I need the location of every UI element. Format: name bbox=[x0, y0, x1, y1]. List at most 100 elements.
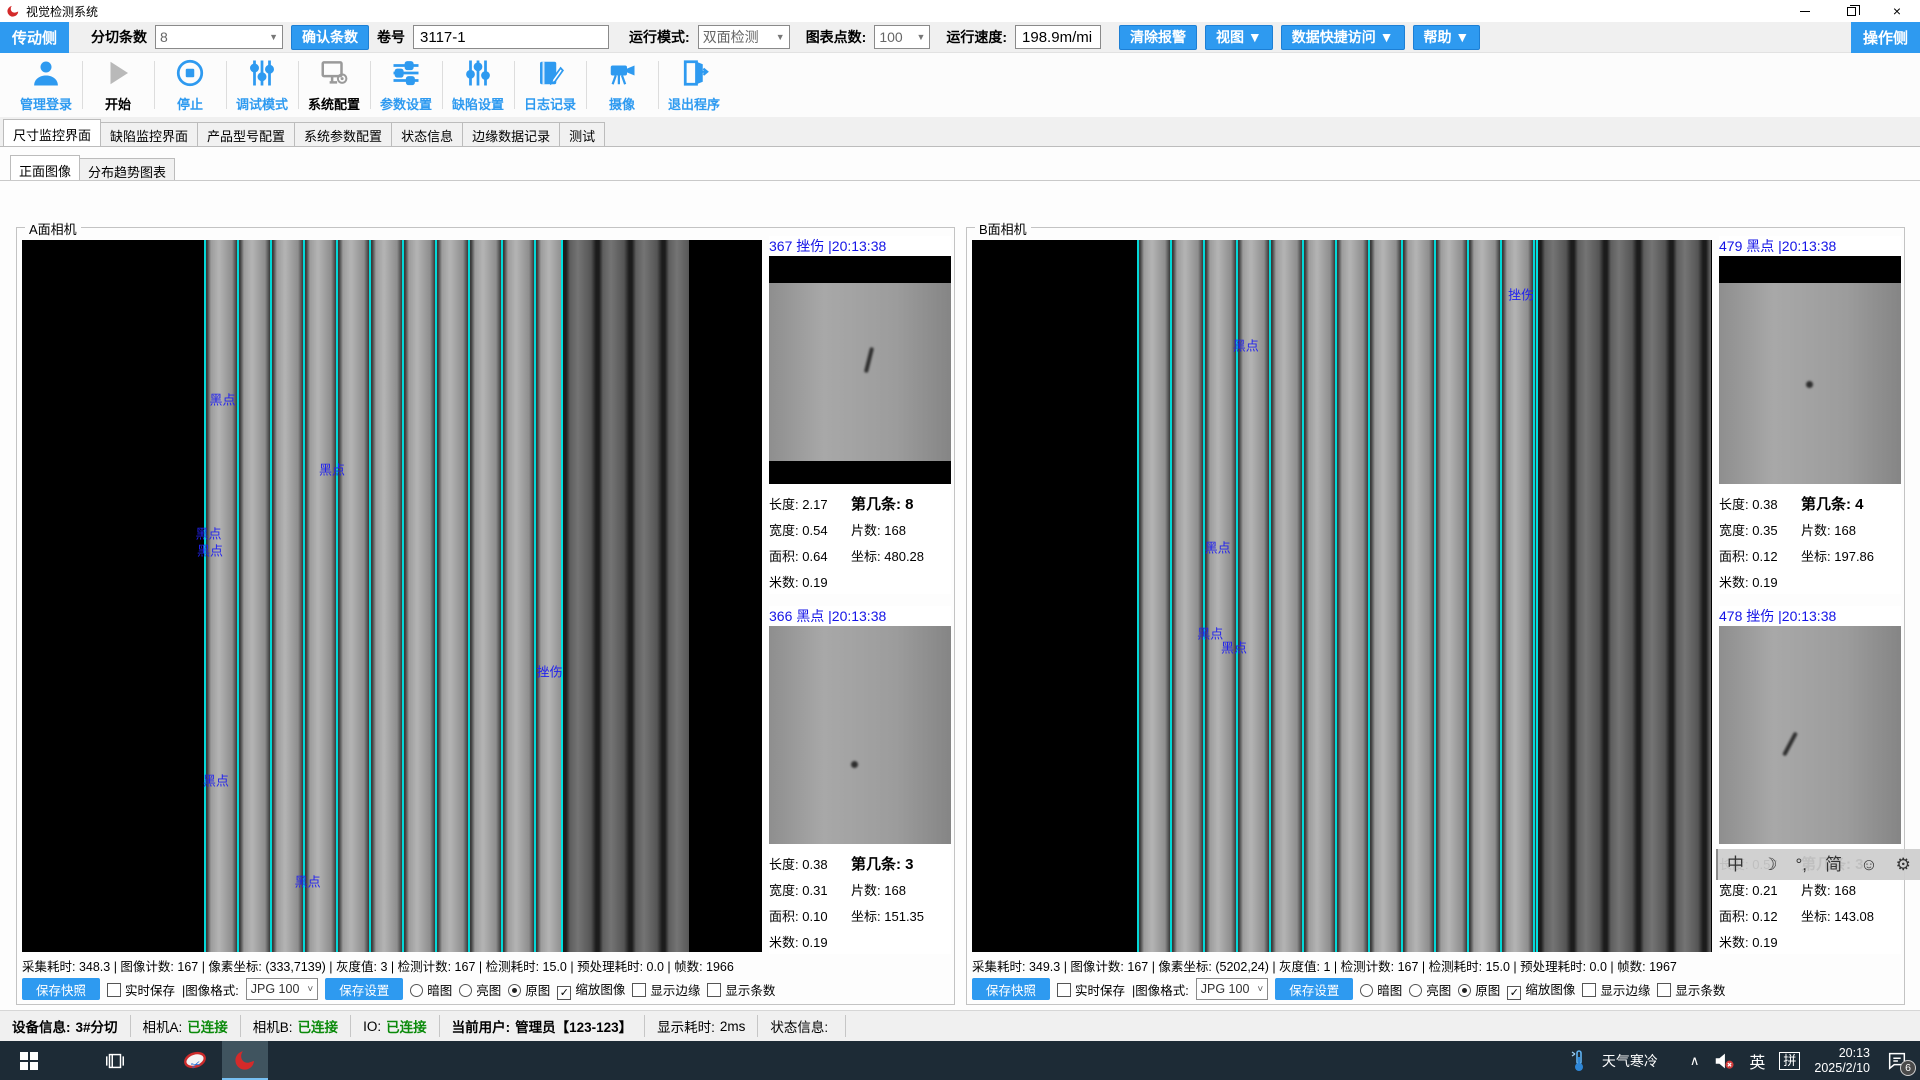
toolbar-button-start[interactable]: 开始 bbox=[82, 53, 154, 117]
clear-alarm-button[interactable]: 清除报警 bbox=[1119, 25, 1197, 50]
weather-text[interactable]: 天气寒冷 bbox=[1602, 1051, 1658, 1071]
main-tab-3[interactable]: 系统参数配置 bbox=[294, 122, 392, 146]
toolbar-button-label: 参数设置 bbox=[380, 94, 432, 113]
image-format-select[interactable]: JPG 100˅ bbox=[246, 978, 318, 1000]
field-label: 长度: bbox=[769, 497, 799, 512]
toolbar-button-admin-login[interactable]: 管理登录 bbox=[10, 53, 82, 117]
sub-tab-1[interactable]: 分布趋势图表 bbox=[79, 158, 175, 180]
toolbar-button-exit-program[interactable]: 退出程序 bbox=[658, 53, 730, 117]
play-icon bbox=[103, 58, 133, 91]
start-button[interactable] bbox=[6, 1041, 52, 1080]
image-mode-radio[interactable]: 暗图 bbox=[1360, 980, 1402, 999]
ime-language-indicator[interactable]: 英 bbox=[1749, 1049, 1765, 1073]
ime-simplified[interactable]: 简 bbox=[1825, 856, 1842, 873]
defect-number: 367 bbox=[769, 238, 792, 254]
main-tab-0[interactable]: 尺寸监控界面 bbox=[3, 119, 101, 146]
defect-card-list: 367 挫伤 |20:13:38 长度: 2.17 第几条: 8 宽度: 0.5… bbox=[769, 236, 951, 952]
defect-card[interactable]: 366 黑点 |20:13:38 长度: 0.38 第几条: 3 宽度: 0.3… bbox=[769, 606, 951, 954]
ime-moon-icon[interactable]: ☽ bbox=[1762, 856, 1777, 873]
display-option-checkbox[interactable]: 显示条数 bbox=[707, 980, 775, 999]
display-option-checkbox[interactable]: 显示边缘 bbox=[632, 980, 700, 999]
title-bar: 视觉检测系统 × bbox=[0, 0, 1920, 22]
field-value: 168 bbox=[1834, 883, 1856, 898]
defect-number: 478 bbox=[1719, 608, 1742, 624]
roll-number-input[interactable]: 3117-1 bbox=[413, 25, 609, 49]
realtime-save-checkbox[interactable]: 实时保存 bbox=[1057, 980, 1125, 999]
display-option-checkbox[interactable]: ✓缩放图像 bbox=[1507, 979, 1575, 1000]
app-logo-icon bbox=[6, 4, 20, 18]
image-mode-radio[interactable]: 原图 bbox=[508, 980, 550, 999]
toolbar-button-param-settings[interactable]: 参数设置 bbox=[370, 53, 442, 117]
main-tab-4[interactable]: 状态信息 bbox=[391, 122, 463, 146]
toolbar-button-defect-settings[interactable]: 缺陷设置 bbox=[442, 53, 514, 117]
save-settings-button[interactable]: 保存设置 bbox=[325, 978, 403, 1000]
sliders-v2-icon bbox=[463, 58, 493, 91]
ime-settings-gear-icon[interactable]: ⚙ bbox=[1896, 856, 1911, 873]
help-menu-button[interactable]: 帮助 ▼ bbox=[1413, 25, 1481, 50]
toolbar-button-system-config[interactable]: 系统配置 bbox=[298, 53, 370, 117]
field-value: 0.38 bbox=[1752, 497, 1777, 512]
main-tab-6[interactable]: 测试 bbox=[559, 122, 605, 146]
toolbar-button-stop[interactable]: 停止 bbox=[154, 53, 226, 117]
chart-points-select[interactable]: 100▼ bbox=[874, 25, 930, 49]
restore-button[interactable] bbox=[1828, 0, 1874, 22]
defect-number: 479 bbox=[1719, 238, 1742, 254]
ime-punct-icon[interactable]: °, bbox=[1795, 856, 1807, 873]
ime-emoji-icon[interactable]: ☺ bbox=[1860, 856, 1877, 873]
defect-type: 挫伤 bbox=[796, 238, 824, 254]
thermometer-icon[interactable] bbox=[1570, 1049, 1588, 1073]
statusbar-label: IO: bbox=[363, 1019, 381, 1034]
field-label: 片数: bbox=[1801, 883, 1831, 898]
task-view-button[interactable] bbox=[92, 1041, 138, 1080]
ime-lang-chinese[interactable]: 中 bbox=[1727, 856, 1744, 873]
toolbar-button-log-record[interactable]: 日志记录 bbox=[514, 53, 586, 117]
realtime-save-checkbox[interactable]: 实时保存 bbox=[107, 980, 175, 999]
speaker-muted-icon[interactable] bbox=[1713, 1051, 1735, 1071]
vision-app-taskbar-button[interactable] bbox=[222, 1041, 268, 1080]
main-tab-1[interactable]: 缺陷监控界面 bbox=[100, 122, 198, 146]
view-menu-button[interactable]: 视图 ▼ bbox=[1205, 25, 1273, 50]
taskbar-clock[interactable]: 20:13 2025/2/10 bbox=[1814, 1046, 1870, 1076]
data-quick-access-button[interactable]: 数据快捷访问 ▼ bbox=[1281, 25, 1405, 50]
close-button[interactable]: × bbox=[1874, 0, 1920, 22]
defect-card[interactable]: 478 挫伤 |20:13:38 长度: 0.57 第几条: 3 宽度: 0.2… bbox=[1719, 606, 1901, 954]
toolbar-button-debug-mode[interactable]: 调试模式 bbox=[226, 53, 298, 117]
statusbar-label: 显示耗时: bbox=[657, 1016, 715, 1036]
sub-tab-0[interactable]: 正面图像 bbox=[10, 155, 80, 180]
main-tab-2[interactable]: 产品型号配置 bbox=[197, 122, 295, 146]
image-mode-radio[interactable]: 暗图 bbox=[410, 980, 452, 999]
defect-card[interactable]: 367 挫伤 |20:13:38 长度: 2.17 第几条: 8 宽度: 0.5… bbox=[769, 236, 951, 594]
display-option-checkbox[interactable]: 显示边缘 bbox=[1582, 980, 1650, 999]
field-label: 片数: bbox=[851, 523, 881, 538]
minimize-button[interactable] bbox=[1782, 0, 1828, 22]
toolbar-button-capture[interactable]: 摄像 bbox=[586, 53, 658, 117]
size-monitor-page: 正面图像分布趋势图表 A面相机 黑点黑点黑点黑点挫伤黑点黑点 367 挫伤 |2… bbox=[0, 146, 1920, 1010]
ime-shape-indicator[interactable]: 拼 bbox=[1779, 1052, 1800, 1070]
defect-type: 挫伤 bbox=[1746, 608, 1774, 624]
image-format-select[interactable]: JPG 100˅ bbox=[1196, 978, 1268, 1000]
chevron-down-icon: ▼ bbox=[770, 32, 785, 42]
run-mode-select[interactable]: 双面检测▼ bbox=[698, 25, 790, 49]
save-snapshot-button[interactable]: 保存快照 bbox=[972, 978, 1050, 1000]
drive-side-button[interactable]: 传动侧 bbox=[0, 22, 69, 53]
confirm-count-button[interactable]: 确认条数 bbox=[291, 25, 369, 50]
toolbar-button-label: 缺陷设置 bbox=[452, 94, 504, 113]
image-mode-radio[interactable]: 亮图 bbox=[459, 980, 501, 999]
main-tab-5[interactable]: 边缘数据记录 bbox=[462, 122, 560, 146]
display-option-checkbox[interactable]: 显示条数 bbox=[1657, 980, 1725, 999]
operator-side-button[interactable]: 操作侧 bbox=[1851, 22, 1920, 53]
notification-badge: 6 bbox=[1900, 1060, 1916, 1076]
save-snapshot-button[interactable]: 保存快照 bbox=[22, 978, 100, 1000]
defect-card[interactable]: 479 黑点 |20:13:38 长度: 0.38 第几条: 4 宽度: 0.3… bbox=[1719, 236, 1901, 594]
display-option-checkbox[interactable]: ✓缩放图像 bbox=[557, 979, 625, 1000]
snipping-tool-button[interactable]: ✂ bbox=[172, 1041, 218, 1080]
run-speed-label: 运行速度: bbox=[946, 27, 1007, 47]
image-mode-radio[interactable]: 亮图 bbox=[1409, 980, 1451, 999]
hidden-icons-chevron-icon[interactable]: ∧ bbox=[1690, 1053, 1700, 1069]
statusbar-segment: 显示耗时:2ms bbox=[645, 1015, 758, 1037]
field-label: 面积: bbox=[1719, 909, 1749, 924]
action-center-button[interactable]: 6 bbox=[1884, 1048, 1910, 1074]
save-settings-button[interactable]: 保存设置 bbox=[1275, 978, 1353, 1000]
slit-count-select[interactable]: 8▼ bbox=[155, 25, 283, 49]
image-mode-radio[interactable]: 原图 bbox=[1458, 980, 1500, 999]
